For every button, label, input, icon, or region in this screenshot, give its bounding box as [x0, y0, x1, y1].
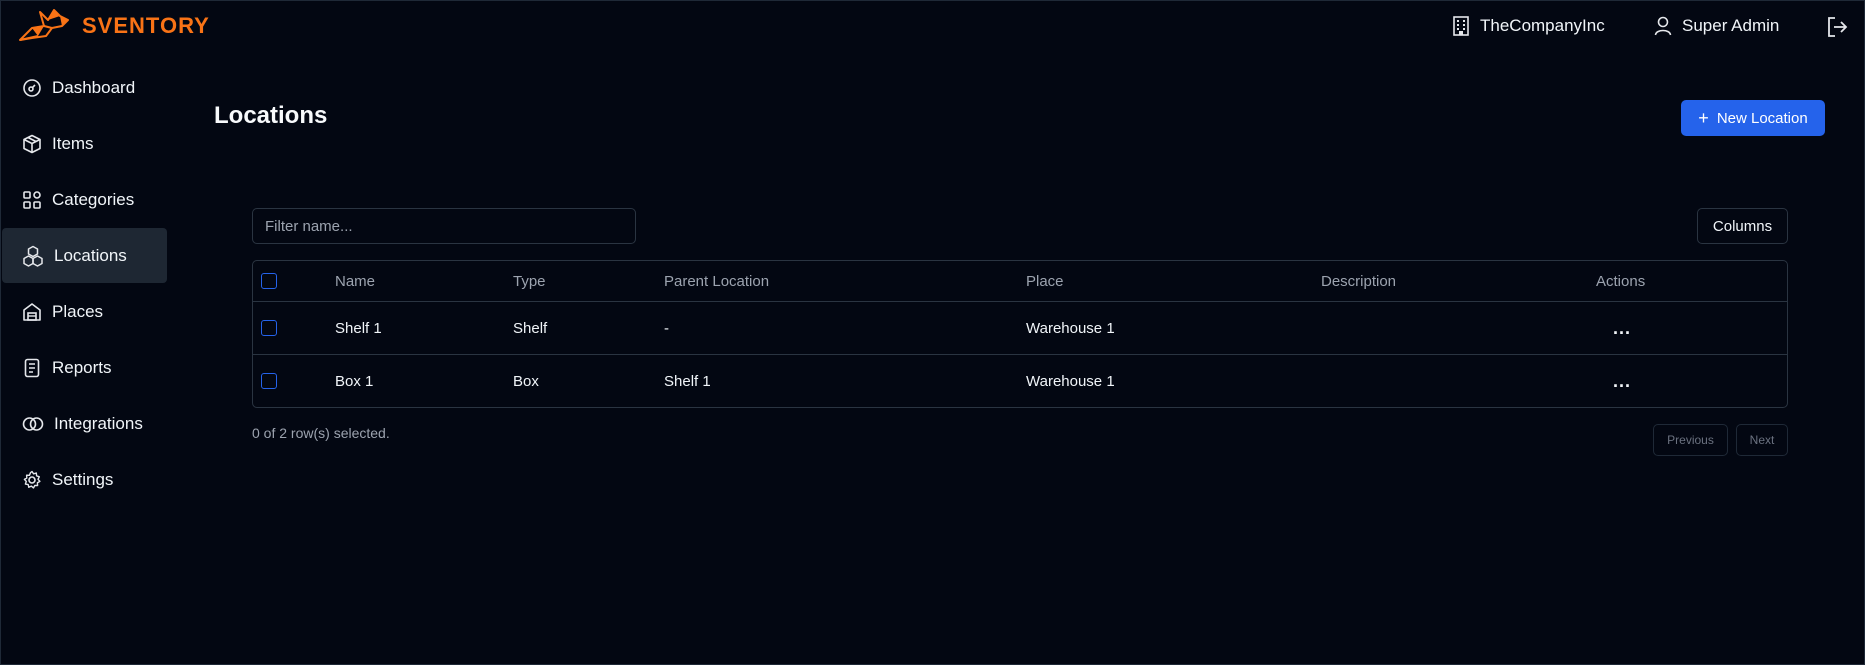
sidebar-item-label: Places	[52, 301, 104, 321]
cell-name: Box 1	[335, 372, 374, 390]
grid-icon	[23, 190, 41, 209]
row-select-cell	[261, 302, 277, 354]
link-icon	[22, 416, 44, 431]
next-page-button[interactable]: Next	[1736, 424, 1788, 456]
warehouse-icon	[23, 302, 41, 321]
cell-type: Box	[513, 372, 539, 390]
sidebar-item-integrations[interactable]: Integrations	[2, 396, 167, 451]
row-select-cell	[261, 355, 277, 407]
cell-parent-location: -	[664, 319, 669, 337]
col-header-parent-location[interactable]: Parent Location	[664, 261, 769, 301]
cell-parent-location: Shelf 1	[664, 372, 711, 390]
gauge-icon	[23, 78, 41, 97]
fox-logo-icon	[19, 9, 69, 41]
cell-name: Shelf 1	[335, 319, 382, 337]
col-header-description[interactable]: Description	[1321, 261, 1396, 301]
table-row: Shelf 1 Shelf - Warehouse 1 ...	[253, 302, 1787, 355]
sidebar-item-settings[interactable]: Settings	[2, 452, 167, 507]
user-menu[interactable]: Super Admin	[1654, 16, 1779, 36]
report-icon	[24, 358, 40, 377]
sidebar-item-locations[interactable]: Locations	[2, 228, 167, 283]
more-horizontal-icon: ...	[1613, 371, 1632, 391]
select-all-cell	[261, 261, 277, 301]
sidebar-item-label: Integrations	[54, 413, 143, 433]
new-location-label: New Location	[1716, 109, 1808, 127]
user-name: Super Admin	[1682, 16, 1780, 35]
page-title: Locations	[214, 102, 328, 129]
sidebar-item-dashboard[interactable]: Dashboard	[2, 60, 167, 115]
col-header-place[interactable]: Place	[1026, 261, 1064, 301]
sidebar-item-label: Categories	[52, 189, 135, 209]
new-location-button[interactable]: + New Location	[1681, 100, 1825, 136]
top-header: SVENTORY TheCompanyInc Super Admin	[0, 0, 1865, 56]
boxes-icon	[23, 245, 43, 267]
logout-button[interactable]	[1826, 16, 1848, 43]
col-header-type[interactable]: Type	[513, 261, 546, 301]
col-header-name[interactable]: Name	[335, 261, 375, 301]
sidebar-item-items[interactable]: Items	[2, 116, 167, 171]
previous-page-button[interactable]: Previous	[1653, 424, 1728, 456]
sidebar-item-reports[interactable]: Reports	[2, 340, 167, 395]
table-row: Box 1 Box Shelf 1 Warehouse 1 ...	[253, 355, 1787, 407]
sidebar-item-label: Items	[52, 133, 94, 153]
sidebar-item-categories[interactable]: Categories	[2, 172, 167, 227]
gear-icon	[23, 470, 41, 489]
locations-table: Name Type Parent Location Place Descript…	[252, 260, 1788, 408]
sidebar-item-label: Reports	[52, 357, 112, 377]
sidebar-item-label: Dashboard	[52, 77, 136, 97]
table-header-row: Name Type Parent Location Place Descript…	[253, 261, 1787, 302]
row-checkbox[interactable]	[261, 320, 277, 336]
row-actions-button[interactable]: ...	[1613, 355, 1631, 407]
select-all-checkbox[interactable]	[261, 273, 277, 289]
building-icon	[1453, 16, 1469, 36]
sidebar-item-label: Settings	[52, 469, 114, 489]
company-selector[interactable]: TheCompanyInc	[1452, 16, 1605, 36]
columns-button[interactable]: Columns	[1697, 208, 1788, 244]
row-checkbox[interactable]	[261, 373, 277, 389]
user-icon	[1654, 16, 1672, 36]
col-header-actions: Actions	[1596, 272, 1646, 290]
logout-icon	[1828, 17, 1848, 37]
cell-place: Warehouse 1	[1026, 372, 1115, 390]
brand-logo[interactable]: SVENTORY	[18, 6, 210, 46]
cell-place: Warehouse 1	[1026, 319, 1115, 337]
row-actions-button[interactable]: ...	[1613, 302, 1631, 354]
cell-type: Shelf	[513, 319, 548, 337]
plus-icon: +	[1698, 108, 1709, 128]
filter-name-input[interactable]	[252, 208, 636, 244]
box-icon	[23, 134, 41, 153]
sidebar-item-places[interactable]: Places	[2, 284, 167, 339]
company-name: TheCompanyInc	[1480, 16, 1605, 35]
more-horizontal-icon: ...	[1613, 318, 1632, 338]
brand-name: SVENTORY	[82, 13, 210, 38]
sidebar-item-label: Locations	[54, 245, 127, 265]
selection-count: 0 of 2 row(s) selected.	[252, 425, 390, 441]
